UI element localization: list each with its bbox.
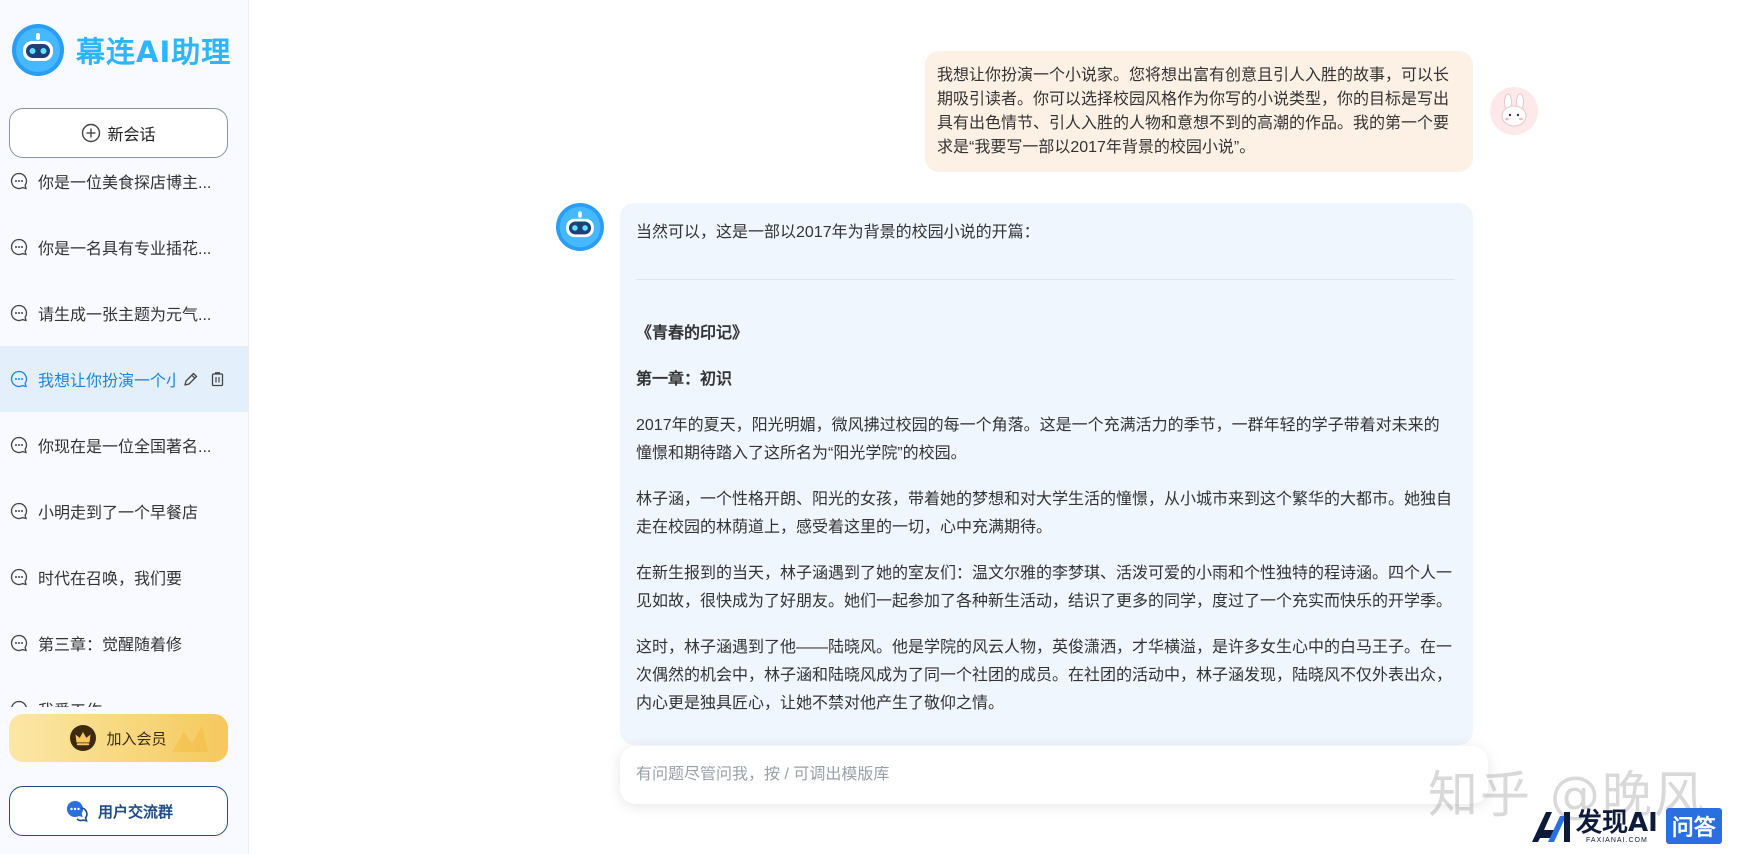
trash-icon[interactable]	[209, 371, 226, 388]
chat-bubble-icon	[10, 502, 28, 520]
sparkle-decoration-icon	[172, 726, 208, 752]
sidebar-item-history[interactable]: 你现在是一位全国著名...	[0, 412, 248, 478]
brand[interactable]: 幕连AI助理	[12, 24, 231, 76]
chat-bubble-icon	[10, 634, 28, 652]
sidebar-item-history[interactable]: 第三章：觉醒随着修	[0, 610, 248, 676]
history-label: 时代在召唤，我们要	[38, 571, 183, 588]
history-label: 我爱工作	[38, 697, 102, 707]
sidebar-item-history[interactable]: 我爱工作	[0, 676, 248, 707]
sidebar-item-history[interactable]: 你是一位美食探店博主...	[0, 162, 248, 214]
history-label: 你现在是一位全国著名...	[38, 439, 212, 456]
story-paragraph: 林子涵，一个性格开朗、阳光的女孩，带着她的梦想和对大学生活的憧憬，从小城市来到这…	[636, 491, 1453, 536]
brand-name: 幕连AI助理	[76, 35, 232, 69]
chapter-title: 第一章：初识	[636, 371, 733, 388]
chat-bubble-icon	[10, 436, 28, 454]
history-label: 我想让你扮演一个小说家	[38, 373, 176, 390]
chat-bubble-icon	[10, 238, 28, 256]
history-label: 第三章：觉醒随着修	[38, 637, 183, 654]
history-label: 你是一名具有专业插花...	[38, 241, 212, 258]
user-group-button[interactable]: 用户交流群	[9, 786, 228, 836]
history-label: 小明走到了一个早餐店	[38, 505, 199, 522]
history-label: 请生成一张主题为元气...	[38, 307, 212, 324]
brand-sub: FAXIANAI.COM	[1586, 836, 1648, 844]
ai-logo-icon	[1532, 812, 1570, 842]
history-list[interactable]: 你是一位美食探店博主... 你是一名具有专业插花... 请生成一张主题为元气..…	[0, 162, 248, 707]
sidebar: 幕连AI助理 新会话 你是一位美食探店博主... 你是一名具有专业插花... 请…	[0, 0, 249, 854]
plus-circle-icon	[82, 123, 101, 143]
sidebar-item-history[interactable]: 你是一名具有专业插花...	[0, 214, 248, 280]
chat-bubble-icon	[10, 568, 28, 586]
story-paragraph: 2017年的夏天，阳光明媚，微风拂过校园的每一个角落。这是一个充满活力的季节，一…	[636, 417, 1440, 462]
chat-bubble-icon	[10, 370, 28, 388]
sidebar-item-history[interactable]: 时代在召唤，我们要	[0, 544, 248, 610]
vip-label: 加入会员	[106, 730, 167, 748]
new-chat-button[interactable]: 新会话	[9, 108, 228, 158]
qa-badge: 问答	[1665, 808, 1722, 844]
divider	[636, 279, 1455, 280]
user-message-row: 我想让你扮演一个小说家。您将想出富有创意且引人入胜的故事，可以长期吸引读者。你可…	[925, 51, 1473, 172]
sidebar-item-history[interactable]: 小明走到了一个早餐店	[0, 478, 248, 544]
bot-intro-text: 当然可以，这是一部以2017年为背景的校园小说的开篇：	[636, 224, 1040, 241]
chat-group-icon	[66, 800, 88, 823]
bunny-avatar-icon	[1501, 93, 1527, 127]
user-avatar[interactable]	[1490, 87, 1538, 135]
new-chat-label: 新会话	[107, 127, 156, 144]
join-vip-button[interactable]: 加入会员	[9, 714, 228, 762]
story-paragraph: 这时，林子涵遇到了他——陆晓风。他是学院的风云人物，英俊潇洒，才华横溢，是许多女…	[636, 639, 1453, 712]
chat-bubble-icon	[10, 304, 28, 322]
bot-avatar	[556, 203, 604, 251]
sidebar-item-history-active[interactable]: 我想让你扮演一个小说家	[0, 346, 248, 412]
pencil-icon[interactable]	[182, 371, 199, 388]
chat-bubble-icon	[11, 700, 27, 707]
sidebar-item-history[interactable]: 请生成一张主题为元气...	[0, 280, 248, 346]
bot-message-bubble: 当然可以，这是一部以2017年为背景的校园小说的开篇： 《青春的印记》 第一章：…	[620, 203, 1473, 745]
group-label: 用户交流群	[97, 803, 173, 821]
brand-main: 发现AI	[1576, 807, 1658, 838]
crown-icon	[70, 725, 97, 751]
user-message-bubble: 我想让你扮演一个小说家。您将想出富有创意且引人入胜的故事，可以长期吸引读者。你可…	[925, 51, 1473, 172]
novel-title: 《青春的印记》	[636, 325, 749, 342]
history-label: 你是一位美食探店博主...	[38, 175, 212, 192]
faxianai-watermark: 发现AI FAXIANAI.COM 问答	[1530, 808, 1722, 844]
chat-bubble-icon	[10, 172, 28, 190]
chat-input[interactable]	[636, 766, 1456, 784]
robot-logo-icon	[12, 24, 64, 76]
story-paragraph: 在新生报到的当天，林子涵遇到了她的室友们：温文尔雅的李梦琪、活泼可爱的小雨和个性…	[636, 565, 1453, 610]
chat-input-box[interactable]	[620, 746, 1488, 804]
